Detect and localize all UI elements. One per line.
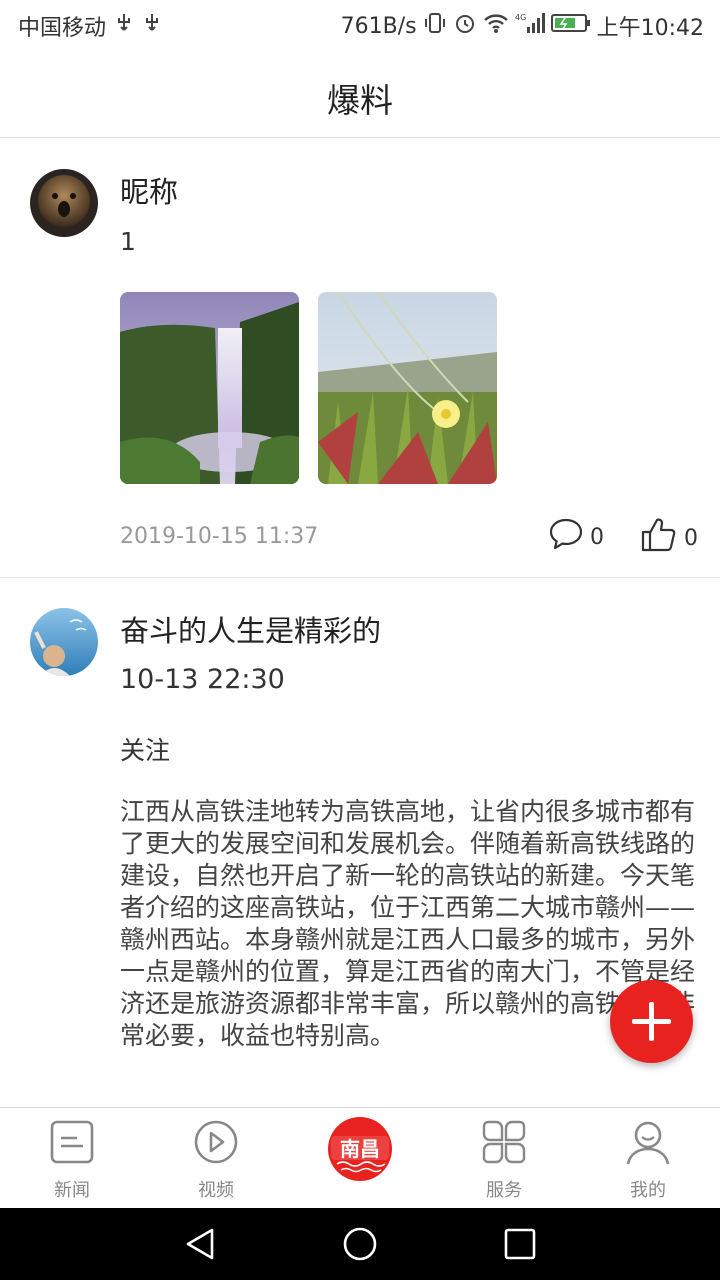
status-bar: 中国移动 761B/s 4G 上午10:42 (0, 0, 720, 50)
tab-news[interactable]: 新闻 (0, 1108, 144, 1209)
wifi-icon (483, 12, 509, 40)
video-play-icon (192, 1118, 240, 1166)
tab-nanchang[interactable]: 南昌 (288, 1108, 432, 1209)
usb-icon (142, 12, 162, 40)
battery-icon (550, 12, 591, 40)
vibrate-icon (423, 11, 447, 41)
tab-services[interactable]: 服务 (432, 1108, 576, 1209)
tab-profile[interactable]: 我的 (576, 1108, 720, 1209)
bottom-tab-bar: 新闻 视频 南昌 服务 我的 (0, 1107, 720, 1208)
tab-label: 服务 (486, 1180, 522, 1201)
svg-text:南昌: 南昌 (340, 1137, 380, 1161)
app-header: 爆料 (0, 50, 720, 138)
system-nav-bar (0, 1208, 720, 1280)
thumbs-up-icon (640, 517, 678, 559)
avatar[interactable] (30, 169, 98, 237)
news-icon (48, 1118, 96, 1166)
nanchang-logo: 南昌 (327, 1116, 393, 1182)
services-grid-icon (480, 1118, 528, 1166)
status-right: 761B/s 4G 上午10:42 (341, 10, 704, 42)
status-left: 中国移动 (18, 10, 162, 42)
carrier-label: 中国移动 (18, 16, 107, 41)
post-image-waterfall[interactable] (120, 292, 299, 484)
post-image-flower[interactable] (318, 292, 497, 484)
tab-label: 新闻 (54, 1180, 90, 1201)
svg-text:4G: 4G (515, 13, 526, 22)
add-post-button[interactable] (610, 980, 693, 1063)
alarm-icon (453, 11, 477, 41)
usb-icon (114, 12, 134, 40)
post-content: 1 (120, 227, 136, 256)
like-button[interactable]: 0 (640, 517, 698, 559)
tab-label: 我的 (630, 1180, 666, 1201)
profile-icon (624, 1118, 672, 1166)
avatar[interactable] (30, 608, 98, 676)
post-time: 10-13 22:30 (120, 664, 285, 695)
post-nickname[interactable]: 奋斗的人生是精彩的 (120, 608, 381, 650)
feed-list[interactable]: 昵称 1 2019-10-15 11:37 0 0 奋斗的人生是精彩的 10-1… (0, 139, 720, 1107)
post-timestamp: 2019-10-15 11:37 (120, 524, 319, 549)
clock-time: 上午10:42 (596, 16, 704, 41)
signal-4g-icon: 4G (515, 11, 545, 41)
post-nickname[interactable]: 昵称 (120, 169, 178, 211)
like-count: 0 (684, 525, 698, 551)
comment-count: 0 (590, 524, 604, 550)
network-speed: 761B/s (340, 13, 417, 39)
tab-label: 视频 (198, 1180, 234, 1201)
recents-icon[interactable] (502, 1226, 538, 1262)
home-icon[interactable] (342, 1226, 378, 1262)
tab-video[interactable]: 视频 (144, 1108, 288, 1209)
comment-button[interactable]: 0 (548, 517, 604, 557)
feed-post[interactable]: 昵称 1 2019-10-15 11:37 0 0 (0, 139, 720, 578)
follow-label[interactable]: 关注 (120, 731, 170, 767)
page-title: 爆料 (327, 81, 393, 120)
comment-icon (548, 517, 584, 557)
back-icon[interactable] (182, 1226, 218, 1262)
